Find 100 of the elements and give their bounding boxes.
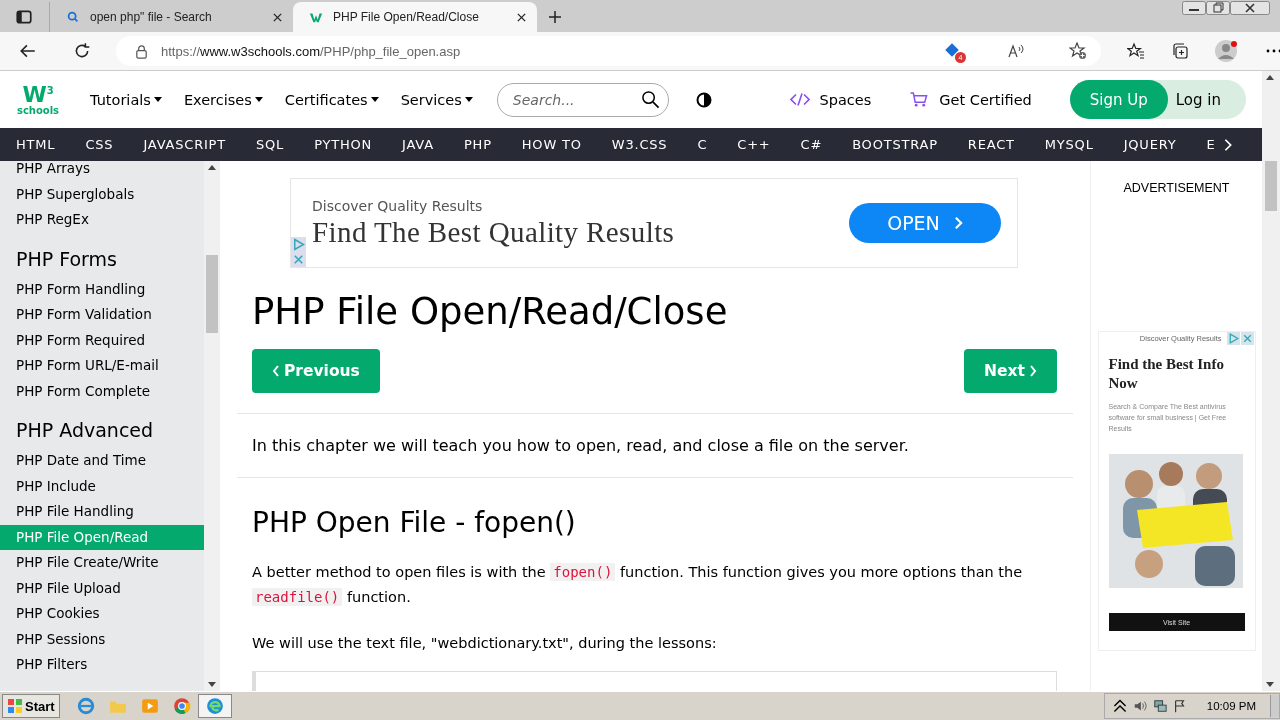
sidebar-item[interactable]: PHP Date and Time [0, 448, 204, 474]
chevron-right-icon[interactable] [1223, 137, 1234, 152]
topnav-link[interactable]: CSS [85, 137, 114, 152]
ad-banner[interactable]: Discover Quality Results Find The Best Quality Results OPEN [290, 178, 1018, 268]
nav-menu[interactable]: Services [400, 91, 473, 108]
sidebar-item[interactable]: PHP Arrays [0, 161, 204, 182]
new-tab-icon[interactable] [547, 9, 563, 25]
sidebar-item[interactable]: PHP File Create/Write [0, 550, 204, 576]
spaces-link[interactable]: Spaces [789, 91, 872, 108]
read-aloud-icon[interactable] [1007, 42, 1025, 60]
caret-icon [370, 97, 379, 102]
page-title: PHP File Open/Read/Close [252, 290, 729, 333]
ad-headline: Find The Best Quality Results [312, 215, 676, 249]
refresh-icon[interactable] [73, 42, 91, 60]
nav-menu[interactable]: Certificates [284, 91, 379, 108]
chevron-right-icon [1029, 364, 1037, 378]
chrome-icon[interactable] [172, 697, 191, 715]
topnav-link[interactable]: MYSQL [1044, 137, 1094, 152]
chevron-left-icon [272, 364, 280, 378]
scroll-thumb[interactable] [1265, 161, 1277, 211]
close-icon[interactable] [272, 11, 283, 23]
sidebar-item[interactable]: PHP Sessions [0, 626, 204, 652]
topnav-link[interactable]: C [697, 137, 708, 152]
scroll-down-icon[interactable] [208, 682, 216, 687]
ad-label: ADVERTISEMENT [1123, 181, 1230, 195]
clock[interactable]: 10:09 PM [1206, 700, 1256, 712]
close-window-icon[interactable] [1230, 1, 1270, 15]
collections-icon[interactable] [1171, 42, 1189, 60]
sidebar-item[interactable]: PHP Form Required [0, 327, 204, 353]
windows-logo-icon [7, 698, 23, 714]
ad-kicker: Discover Quality Results [312, 197, 484, 214]
log-in-button[interactable]: Log in [1167, 80, 1246, 119]
scroll-up-icon[interactable] [1266, 75, 1274, 80]
code-icon [789, 91, 810, 108]
start-button[interactable]: Start [2, 694, 60, 718]
topnav-link[interactable]: C# [800, 137, 823, 152]
scroll-thumb[interactable] [206, 255, 218, 333]
sidebar-item[interactable]: PHP Cookies [0, 601, 204, 627]
lock-icon [134, 43, 149, 59]
topnav-link[interactable]: PHP [463, 137, 492, 152]
profile-avatar-icon[interactable] [1215, 39, 1239, 63]
topnav-link[interactable]: REACT [967, 137, 1015, 152]
topnav-link[interactable]: W3.CSS [611, 137, 668, 152]
get-certified-link[interactable]: Get Certified [909, 91, 1032, 108]
browser-tab[interactable]: PHP File Open/Read/Close [293, 2, 537, 32]
sidebar-item[interactable]: PHP File Handling [0, 499, 204, 525]
paragraph: We will use the text file, "webdictionary.txt", during the lessons: [252, 634, 718, 653]
topnav-link[interactable]: JQUERY [1123, 137, 1177, 152]
contrast-icon[interactable] [695, 91, 712, 108]
sidebar-item[interactable]: PHP Form Complete [0, 378, 204, 404]
url-text: https://www.w3schools.com/PHP/php_file_open.asp [161, 43, 461, 59]
scrollbar[interactable] [204, 161, 220, 691]
edge-taskbar-button[interactable] [197, 694, 232, 718]
topnav-link[interactable]: SQL [256, 137, 285, 152]
ad-choices-icon[interactable] [1226, 332, 1240, 345]
sidebar-item[interactable]: PHP Form Validation [0, 302, 204, 328]
caret-icon [464, 97, 473, 102]
search-field[interactable]: Search... [496, 82, 669, 117]
flag-icon[interactable] [1172, 699, 1187, 713]
sidebar-item[interactable]: PHP File Upload [0, 575, 204, 601]
close-icon[interactable] [516, 11, 527, 23]
intro-text: In this chapter we will teach you how to open, read, and close a file on the server. [252, 436, 910, 455]
caret-icon [153, 97, 162, 102]
minimize-icon[interactable] [1182, 1, 1206, 15]
restore-icon[interactable] [1206, 1, 1230, 15]
topnav-link[interactable]: BOOTSTRAP [852, 137, 938, 152]
open-button[interactable]: OPEN [849, 203, 1001, 243]
favorites-icon[interactable] [1127, 42, 1145, 60]
scroll-down-icon[interactable] [1266, 682, 1274, 687]
topnav-link[interactable]: C++ [737, 137, 771, 152]
volume-icon[interactable] [1132, 699, 1147, 713]
sidebar-heading: PHP Advanced [15, 418, 155, 443]
topnav-link[interactable]: PYTHON [314, 137, 373, 152]
topnav-link[interactable]: JAVASCRIPT [143, 137, 226, 152]
tab-actions-icon[interactable] [15, 8, 33, 26]
section-title: PHP Open File - fopen() [252, 506, 577, 539]
sidebar-item[interactable]: PHP Superglobals [0, 181, 204, 207]
caret-icon [254, 97, 263, 102]
back-icon[interactable] [19, 42, 37, 60]
topnav-link[interactable]: HTML [16, 137, 56, 152]
add-favorite-icon[interactable] [1069, 42, 1087, 60]
topnav-link[interactable]: E [1206, 137, 1216, 152]
nav-menu[interactable]: Exercises [183, 91, 263, 108]
show-hidden-icons-icon[interactable] [1112, 699, 1127, 713]
search-icon [66, 10, 80, 24]
scroll-up-icon[interactable] [208, 165, 216, 170]
page-scrollbar[interactable] [1262, 71, 1280, 691]
search-icon[interactable] [640, 89, 660, 109]
sidebar-heading: PHP Forms [15, 246, 118, 272]
topnav-link[interactable]: HOW TO [521, 137, 582, 152]
sidebar-item[interactable]: PHP Filters [0, 652, 204, 678]
chevron-right-icon [953, 216, 963, 230]
sidebar-item[interactable]: PHP RegEx [0, 207, 204, 233]
network-icon[interactable] [1152, 699, 1167, 713]
nav-menu[interactable]: Tutorials [90, 91, 162, 108]
sidebar-item[interactable]: PHP Form Handling [0, 276, 204, 302]
sidebar-item[interactable]: PHP Form URL/E-mail [0, 353, 204, 379]
sidebar-item[interactable]: PHP Include [0, 473, 204, 499]
cart-icon [909, 91, 930, 108]
topnav-link[interactable]: JAVA [402, 137, 434, 152]
